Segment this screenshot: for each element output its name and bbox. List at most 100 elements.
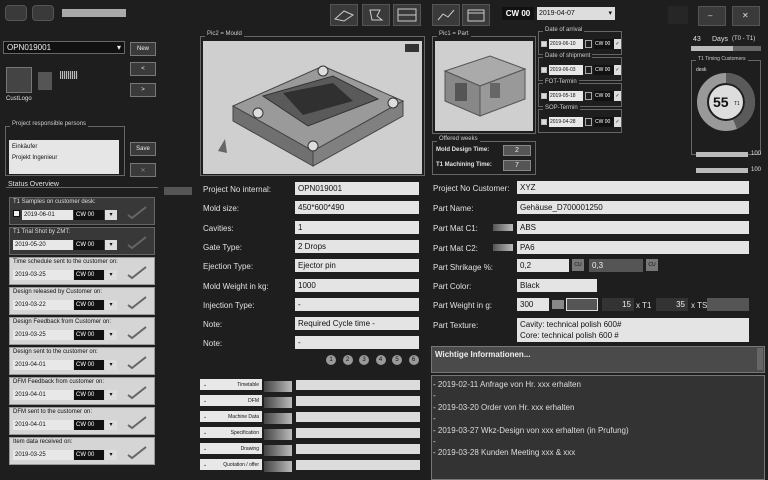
part-texture-field[interactable]: Cavity: technical polish 600# Core: tech… xyxy=(517,318,749,342)
document-path-field[interactable] xyxy=(296,396,420,406)
calendar-icon[interactable] xyxy=(585,118,592,126)
mat-c1-field[interactable]: ABS xyxy=(517,221,749,234)
shrinkage-field-2[interactable]: 0,3 xyxy=(589,259,643,272)
page-circle-button[interactable]: 5 xyxy=(392,355,402,365)
document-row-button[interactable]: ⌄ DFM xyxy=(200,395,262,406)
page-circle-button[interactable]: 1 xyxy=(326,355,336,365)
form-left-field[interactable]: 450*600*490 xyxy=(295,201,419,215)
date-value[interactable]: 2019-06-03 xyxy=(549,65,583,75)
form-left-field[interactable]: - xyxy=(295,297,419,311)
document-path-field[interactable] xyxy=(296,428,420,438)
status-item-date[interactable]: 2019-04-01 xyxy=(13,360,73,370)
next-button[interactable]: > xyxy=(130,83,156,97)
form-left-field[interactable]: 1 xyxy=(295,220,419,234)
form-left-field[interactable]: 1000 xyxy=(295,278,419,292)
save-button[interactable]: Save xyxy=(130,142,156,156)
status-item-date[interactable]: 2019-06-01 xyxy=(22,210,73,220)
shrinkage-convert-button-2[interactable]: CU xyxy=(646,259,658,271)
weight-ts-field[interactable]: 35 xyxy=(656,298,688,311)
checkmark-icon[interactable] xyxy=(126,444,148,460)
weight-ts-extra[interactable] xyxy=(707,298,749,311)
chevron-down-icon[interactable]: ▾ xyxy=(105,390,117,400)
checkmark-icon[interactable] xyxy=(126,414,148,430)
new-button[interactable]: New xyxy=(130,42,156,56)
document-path-field[interactable] xyxy=(296,444,420,454)
date-checkbox[interactable] xyxy=(541,119,547,125)
page-circle-button[interactable]: 6 xyxy=(408,355,419,365)
calendar-icon[interactable] xyxy=(585,40,592,48)
document-row-button[interactable]: ⌄ Timetable xyxy=(200,379,262,390)
status-item-date[interactable]: 2019-04-01 xyxy=(13,420,73,430)
form-left-field[interactable]: Required Cycle time - xyxy=(295,317,419,331)
project-select[interactable]: OPN019001 ▾ xyxy=(3,41,125,54)
form-left-field[interactable]: 2 Drops xyxy=(295,239,419,253)
check-icon[interactable]: ✓ xyxy=(614,39,621,49)
part-name-field[interactable]: Gehäuse_D700001250 xyxy=(517,201,749,214)
calendar-icon[interactable] xyxy=(585,92,592,100)
chevron-down-icon[interactable]: ▾ xyxy=(105,450,117,460)
home-button[interactable] xyxy=(5,5,27,21)
info-scrollbar[interactable] xyxy=(757,348,763,370)
checkmark-icon[interactable] xyxy=(126,204,148,220)
t1-machining-time-field[interactable]: 7 xyxy=(503,160,531,171)
check-icon[interactable]: ✓ xyxy=(614,117,621,127)
project-customer-field[interactable]: XYZ xyxy=(517,181,749,194)
part-weight-extra[interactable] xyxy=(566,298,598,311)
prev-button[interactable]: < xyxy=(130,62,156,76)
logo-browse-button[interactable] xyxy=(38,72,52,90)
status-item-date[interactable]: 2019-05-20 xyxy=(13,240,73,250)
form-left-field[interactable]: Ejector pin xyxy=(295,259,419,273)
date-value[interactable]: 2019-06-10 xyxy=(549,39,583,49)
mat-c2-field[interactable]: PA6 xyxy=(517,241,749,254)
status-item-date[interactable]: 2019-04-01 xyxy=(13,390,73,400)
page-circle-button[interactable]: 2 xyxy=(342,355,353,365)
status-checkbox[interactable] xyxy=(13,210,20,217)
document-path-field[interactable] xyxy=(296,380,420,390)
calendar-view-button[interactable] xyxy=(462,4,490,26)
mould-image[interactable] xyxy=(203,41,422,174)
checkmark-icon[interactable] xyxy=(126,294,148,310)
status-item-date[interactable]: 2019-03-25 xyxy=(13,450,73,460)
document-row-button[interactable]: ⌄ Machine Data xyxy=(200,411,262,422)
cw-date-select[interactable]: 2019-04-07 ▾ xyxy=(537,7,615,20)
document-path-field[interactable] xyxy=(296,460,420,470)
document-row-button[interactable]: ⌄ Quotation / offer xyxy=(200,459,262,470)
chevron-down-icon[interactable]: ▾ xyxy=(105,240,117,250)
document-path-field[interactable] xyxy=(296,412,420,422)
chevron-down-icon[interactable]: ▾ xyxy=(105,300,117,310)
checkmark-icon[interactable] xyxy=(126,264,148,280)
form-left-field[interactable]: - xyxy=(295,336,419,350)
part-view-button[interactable] xyxy=(362,4,390,26)
date-checkbox[interactable] xyxy=(541,67,547,73)
mould-view-button[interactable] xyxy=(330,4,358,26)
date-checkbox[interactable] xyxy=(541,41,547,47)
form-left-field[interactable]: OPN019001 xyxy=(295,182,419,195)
checkmark-icon[interactable] xyxy=(126,324,148,340)
minimize-button[interactable]: – xyxy=(698,6,726,26)
cancel-button[interactable]: ✕ xyxy=(130,163,156,177)
back-button[interactable] xyxy=(32,5,54,21)
shrinkage-convert-button-1[interactable]: CU xyxy=(572,259,584,271)
checkmark-icon[interactable] xyxy=(126,354,148,370)
date-value[interactable]: 2019-05-18 xyxy=(549,91,583,101)
document-row-button[interactable]: ⌄ Drawing xyxy=(200,443,262,454)
weight-t1-field[interactable]: 15 xyxy=(602,298,634,311)
page-circle-button[interactable]: 3 xyxy=(359,355,369,365)
status-item-date[interactable]: 2019-03-22 xyxy=(13,300,73,310)
part-weight-field[interactable]: 300 xyxy=(517,298,549,311)
drawing-view-button[interactable] xyxy=(393,4,421,26)
chart-view-button[interactable] xyxy=(432,4,460,26)
chevron-down-icon[interactable]: ▾ xyxy=(105,270,117,280)
checkmark-icon[interactable] xyxy=(126,234,148,250)
responsible-textbox[interactable]: Einkäufer Projekt Ingenieur xyxy=(9,140,119,174)
checkmark-icon[interactable] xyxy=(126,384,148,400)
chevron-down-icon[interactable]: ▾ xyxy=(105,330,117,340)
chevron-down-icon[interactable]: ▾ xyxy=(105,360,117,370)
calendar-icon[interactable] xyxy=(585,66,592,74)
part-image[interactable] xyxy=(435,41,533,131)
date-value[interactable]: 2019-04-28 xyxy=(549,117,583,127)
status-item-date[interactable]: 2019-03-25 xyxy=(13,270,73,280)
chevron-down-icon[interactable]: ▾ xyxy=(105,210,117,220)
shrinkage-field-1[interactable]: 0,2 xyxy=(517,259,569,272)
check-icon[interactable]: ✓ xyxy=(614,65,621,75)
